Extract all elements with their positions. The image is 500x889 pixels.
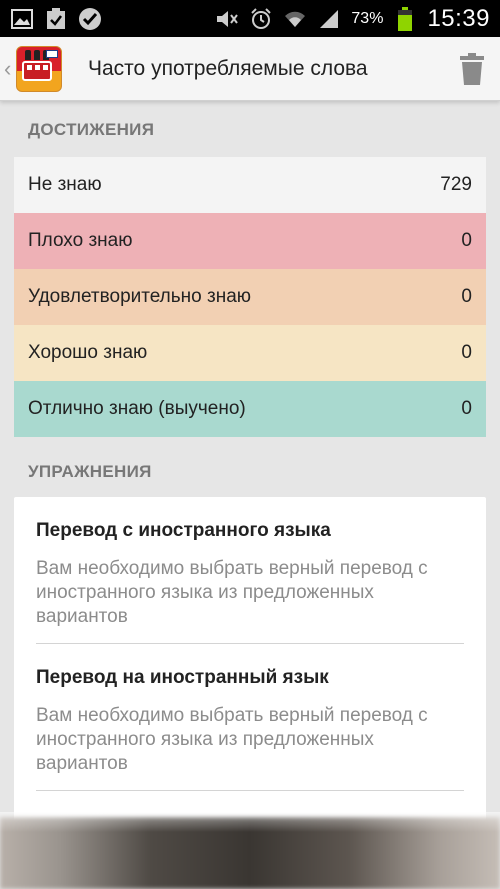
alarm-icon	[249, 7, 273, 31]
trash-icon	[460, 52, 484, 85]
achievement-count: 0	[461, 286, 472, 307]
exercise-description: Вам необходимо выбрать верный перевод с …	[36, 558, 428, 627]
achievement-label: Отлично знаю (выучено)	[28, 398, 246, 419]
achievements-header: ДОСТИЖЕНИЯ	[28, 120, 155, 139]
signal-icon	[317, 7, 341, 31]
task-check-icon	[44, 7, 68, 31]
clock: 15:39	[427, 4, 490, 32]
achievement-count: 0	[461, 230, 472, 251]
achievement-count: 0	[461, 342, 472, 363]
divider	[36, 790, 464, 791]
status-bar-left	[10, 7, 102, 31]
gallery-icon	[10, 7, 34, 31]
achievement-row-poor[interactable]: Плохо знаю 0	[14, 213, 486, 269]
battery-percent: 73%	[351, 9, 384, 27]
achievement-label: Не знаю	[28, 174, 102, 195]
delete-button[interactable]	[444, 37, 500, 101]
app-logo-icon	[16, 45, 62, 92]
exercise-title: Перевод с иностранного языка	[36, 520, 331, 541]
action-bar: ‹ Часто употребляемые слова	[0, 37, 500, 101]
achievement-label: Удовлетворительно знаю	[28, 286, 252, 307]
achievement-label: Плохо знаю	[28, 230, 133, 251]
exercise-item-to-foreign[interactable]: Перевод на иностранный язык Вам необходи…	[36, 644, 464, 791]
achievement-count: 0	[461, 398, 472, 419]
status-bar-right: 73% 15:39	[215, 5, 490, 33]
achievements-list: Не знаю 729 Плохо знаю 0 Удовлетворитель…	[14, 157, 486, 437]
check-badge-icon	[78, 7, 102, 31]
status-bar: 73% 15:39	[0, 0, 500, 37]
achievement-count: 729	[440, 174, 472, 195]
achievement-row-excellent[interactable]: Отлично знаю (выучено) 0	[14, 381, 486, 437]
achievement-row-satisfactory[interactable]: Удовлетворительно знаю 0	[14, 269, 486, 325]
exercise-title: Перевод на иностранный язык	[36, 667, 329, 688]
exercises-card: Перевод с иностранного языка Вам необход…	[14, 497, 486, 837]
back-caret-icon: ‹	[4, 55, 12, 81]
exercise-description: Вам необходимо выбрать верный перевод с …	[36, 705, 428, 774]
battery-icon	[393, 6, 417, 31]
exercises-header: УПРАЖНЕНИЯ	[28, 462, 152, 481]
wifi-icon	[283, 7, 307, 31]
exercise-item-from-foreign[interactable]: Перевод с иностранного языка Вам необход…	[36, 497, 464, 644]
achievement-row-good[interactable]: Хорошо знаю 0	[14, 325, 486, 381]
achievement-label: Хорошо знаю	[28, 342, 148, 363]
achievement-row-unknown[interactable]: Не знаю 729	[14, 157, 486, 213]
page-title: Часто употребляемые слова	[88, 56, 368, 80]
bottom-fade	[0, 812, 500, 832]
up-navigation-button[interactable]: ‹	[0, 37, 62, 101]
mute-icon	[215, 7, 239, 31]
